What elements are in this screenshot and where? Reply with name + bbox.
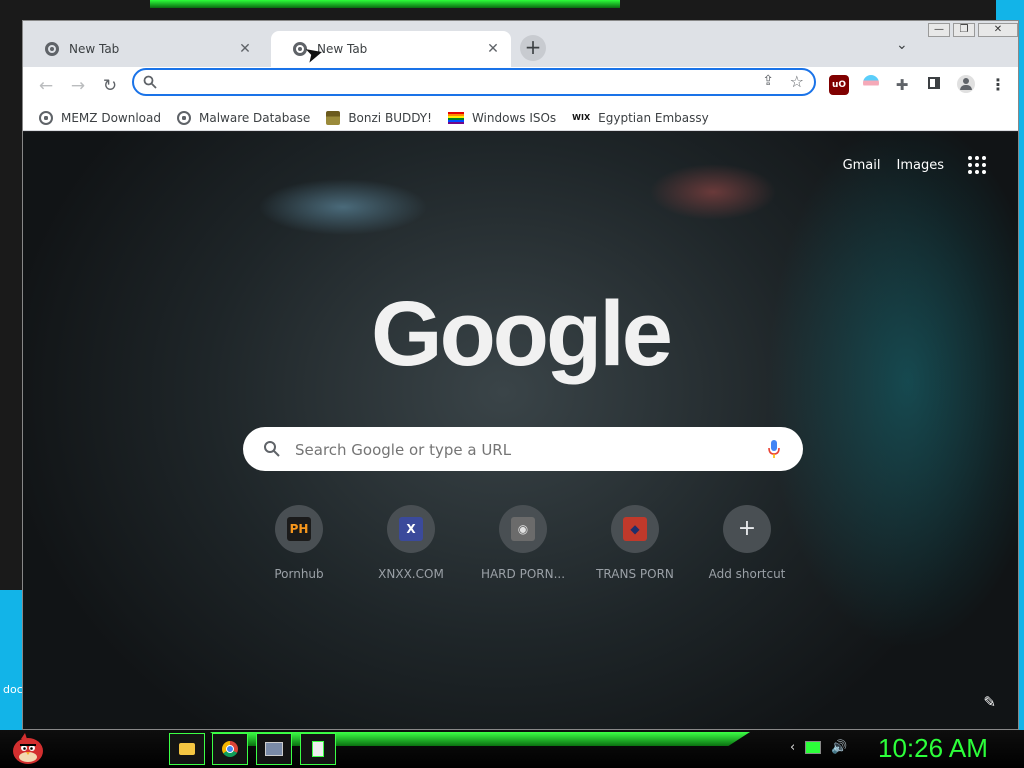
bookmark-label: Windows ISOs bbox=[471, 110, 557, 125]
minimize-button[interactable]: — bbox=[928, 23, 950, 37]
google-logo: Google bbox=[371, 283, 673, 385]
shortcuts-grid: PH Pornhub X XNXX.COM ◉ HARD PORN... ◆ T… bbox=[23, 505, 1018, 605]
side-panel-icon[interactable] bbox=[924, 75, 944, 95]
document-app-icon bbox=[312, 741, 324, 757]
bookmark-memz-download[interactable]: MEMZ Download bbox=[39, 110, 161, 125]
tray-show-hidden-icon[interactable]: ‹ bbox=[790, 740, 795, 755]
ublock-origin-icon[interactable]: uO bbox=[829, 75, 849, 95]
search-input[interactable] bbox=[293, 438, 747, 462]
add-shortcut-button[interactable]: + Add shortcut bbox=[692, 505, 802, 581]
search-icon bbox=[264, 441, 280, 457]
tab-search-chevron-icon[interactable]: ⌄ bbox=[896, 37, 908, 53]
shortcut-pornhub[interactable]: PH Pornhub bbox=[244, 505, 354, 581]
bonzi-icon bbox=[326, 110, 341, 125]
bookmark-label: MEMZ Download bbox=[61, 110, 161, 125]
tab-title: New Tab bbox=[317, 42, 368, 56]
close-icon[interactable]: ✕ bbox=[237, 41, 253, 57]
search-box[interactable] bbox=[243, 427, 803, 471]
desktop-icon-label: doc bbox=[3, 683, 23, 696]
taskbar-app-window[interactable] bbox=[256, 733, 292, 765]
browser-toolbar: ← → ↻ ⇪ ☆ uO ✚ ⋮ bbox=[23, 67, 1018, 105]
site-favicon-icon: PH bbox=[287, 517, 311, 541]
network-icon[interactable] bbox=[805, 741, 822, 754]
forward-arrow-icon[interactable]: → bbox=[65, 73, 91, 99]
customize-pencil-icon[interactable]: ✎ bbox=[983, 693, 996, 711]
globe-icon bbox=[39, 110, 53, 125]
taskbar-file-explorer[interactable] bbox=[169, 733, 205, 765]
trans-flag-extension-icon[interactable] bbox=[861, 75, 881, 95]
shortcut-trans-porn[interactable]: ◆ TRANS PORN bbox=[580, 505, 690, 581]
chrome-icon bbox=[45, 42, 59, 56]
close-icon[interactable]: ✕ bbox=[485, 41, 501, 57]
site-favicon-icon: ◉ bbox=[511, 517, 535, 541]
bookmark-label: Bonzi BUDDY! bbox=[348, 110, 432, 125]
site-favicon-icon: X bbox=[399, 517, 423, 541]
shortcut-label: HARD PORN... bbox=[480, 567, 566, 581]
extensions-puzzle-icon[interactable]: ✚ bbox=[892, 75, 912, 95]
bookmark-egyptian-embassy[interactable]: WIX Egyptian Embassy bbox=[572, 111, 709, 125]
tab-new-tab-1[interactable]: New Tab ✕ bbox=[23, 31, 263, 67]
microphone-icon[interactable] bbox=[767, 439, 781, 459]
shortcut-hard-porn[interactable]: ◉ HARD PORN... bbox=[468, 505, 578, 581]
angry-bird-icon bbox=[13, 733, 43, 764]
bookmark-bonzi-buddy[interactable]: Bonzi BUDDY! bbox=[326, 110, 432, 125]
top-links: Gmail Images bbox=[843, 156, 986, 174]
tab-title: New Tab bbox=[69, 42, 120, 56]
bookmark-label: Malware Database bbox=[198, 110, 311, 125]
bookmark-windows-isos[interactable]: Windows ISOs bbox=[447, 110, 557, 125]
chrome-icon bbox=[222, 741, 238, 757]
folder-icon bbox=[179, 743, 195, 755]
shortcut-label: Add shortcut bbox=[708, 567, 786, 581]
maximize-button[interactable]: ❐ bbox=[953, 23, 975, 37]
volume-icon[interactable]: 🔊 bbox=[831, 740, 847, 755]
system-tray: ‹ 🔊 bbox=[790, 740, 847, 755]
gmail-link[interactable]: Gmail bbox=[843, 158, 881, 173]
shortcut-label: Pornhub bbox=[274, 567, 324, 581]
tab-strip: New Tab ✕ New Tab ✕ + ⌄ — ❐ ✕ bbox=[23, 21, 1018, 67]
address-bar[interactable]: ⇪ ☆ bbox=[132, 68, 816, 96]
shortcut-label: TRANS PORN bbox=[596, 567, 674, 581]
google-apps-icon[interactable] bbox=[968, 156, 986, 174]
bookmark-malware-database[interactable]: Malware Database bbox=[176, 110, 311, 125]
globe-icon bbox=[176, 110, 191, 125]
bookmark-label: Egyptian Embassy bbox=[598, 110, 709, 125]
taskbar: ‹ 🔊 10:26 AM bbox=[0, 730, 1024, 768]
reload-icon[interactable]: ↻ bbox=[97, 73, 123, 99]
profile-avatar-icon[interactable] bbox=[956, 75, 976, 95]
new-tab-button[interactable]: + bbox=[520, 35, 546, 61]
rainbow-flag-icon bbox=[447, 111, 464, 124]
kebab-menu-icon[interactable]: ⋮ bbox=[988, 75, 1008, 95]
new-tab-page: Gmail Images Google PH Pornhub X XNXX.CO… bbox=[23, 132, 1018, 729]
desktop-background bbox=[0, 0, 1024, 22]
desktop-left-edge bbox=[0, 0, 24, 730]
search-icon bbox=[143, 75, 157, 89]
shortcut-label: XNXX.COM bbox=[378, 567, 444, 581]
browser-window: New Tab ✕ New Tab ✕ + ⌄ — ❐ ✕ ← → ↻ ⇪ ☆ … bbox=[22, 20, 1019, 730]
bookmark-star-icon[interactable]: ☆ bbox=[790, 72, 804, 91]
start-button[interactable] bbox=[8, 730, 48, 768]
address-input[interactable] bbox=[164, 72, 728, 94]
back-arrow-icon[interactable]: ← bbox=[33, 73, 59, 99]
shortcut-xnxx[interactable]: X XNXX.COM bbox=[356, 505, 466, 581]
bookmarks-bar: MEMZ Download Malware Database Bonzi BUD… bbox=[23, 105, 1018, 131]
wix-icon: WIX bbox=[572, 112, 591, 122]
window-app-icon bbox=[265, 742, 283, 756]
plus-icon: + bbox=[737, 516, 757, 541]
site-favicon-icon: ◆ bbox=[623, 517, 647, 541]
window-glow bbox=[150, 0, 620, 8]
close-window-button[interactable]: ✕ bbox=[978, 23, 1018, 37]
share-icon[interactable]: ⇪ bbox=[762, 73, 774, 89]
taskbar-chrome[interactable] bbox=[212, 733, 248, 765]
taskbar-clock[interactable]: 10:26 AM bbox=[878, 733, 988, 764]
taskbar-app-document[interactable] bbox=[300, 733, 336, 765]
images-link[interactable]: Images bbox=[897, 158, 945, 173]
